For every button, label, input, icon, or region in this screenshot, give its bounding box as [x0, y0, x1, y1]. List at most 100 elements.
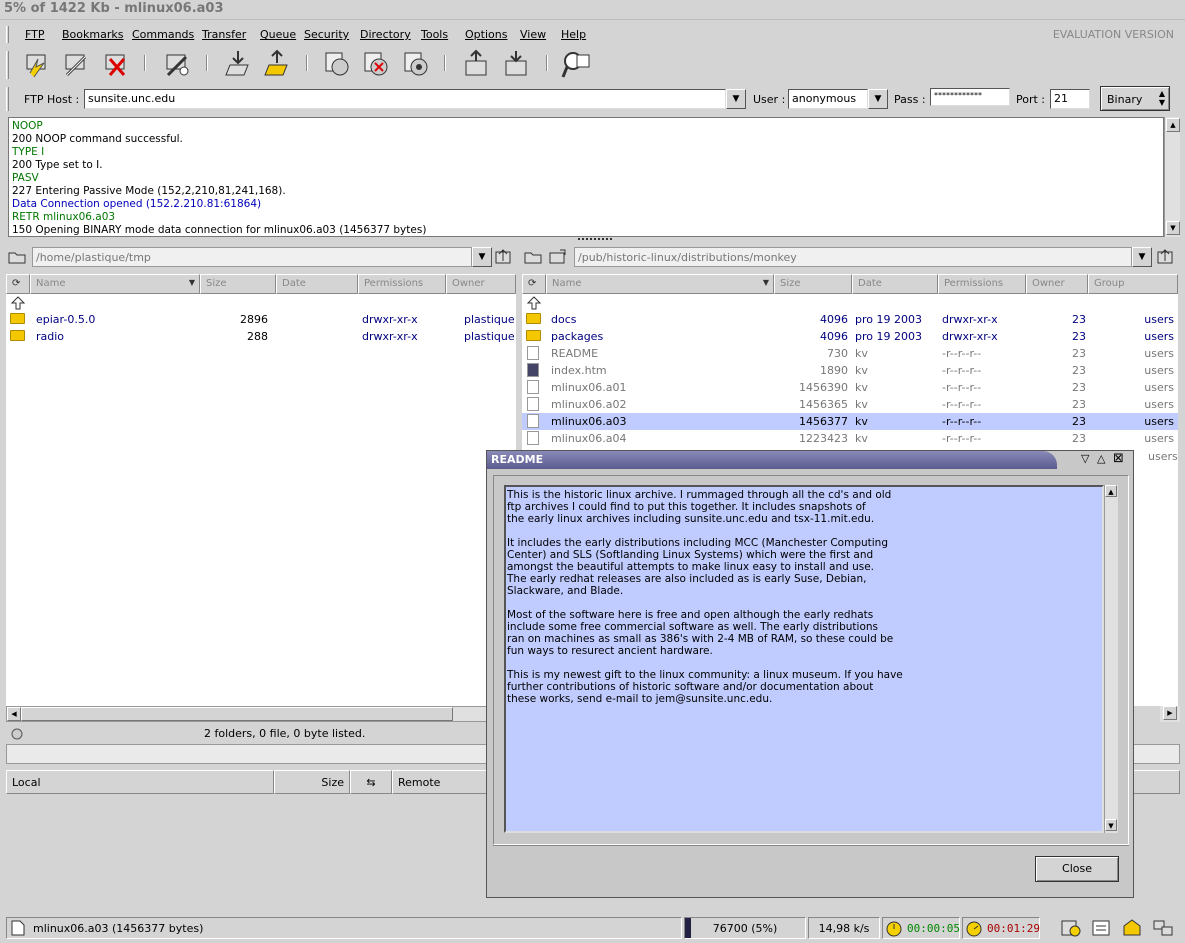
menu-ftp[interactable]: FTP [25, 28, 45, 41]
scroll-right-icon[interactable]: ▶ [1163, 706, 1177, 720]
refresh-icon[interactable] [401, 49, 431, 79]
table-row[interactable]: mlinux06.a04 1223423 kv -r--r--r-- 23 us… [522, 430, 1178, 447]
menu-commands[interactable]: Commands [132, 28, 194, 41]
local-refresh-icon[interactable]: ⟳ [6, 274, 30, 294]
close-button[interactable]: Close [1035, 856, 1119, 882]
queue-col-local[interactable]: Local [6, 770, 274, 794]
transfer-settings-icon[interactable] [1060, 918, 1082, 938]
table-row[interactable]: epiar-0.5.0 2896 drwxr-xr-x plastique [6, 311, 516, 328]
user-dropdown[interactable]: ▼ [868, 89, 888, 109]
toolbar-grip[interactable] [6, 51, 9, 79]
folder-icon [526, 313, 541, 324]
menu-transfer[interactable]: Transfer [202, 28, 246, 41]
table-row[interactable]: docs 4096 pro 19 2003 drwxr-xr-x 23 user… [522, 311, 1178, 328]
scroll-down-icon[interactable]: ▼ [1105, 819, 1117, 831]
table-row[interactable]: mlinux06.a03 1456377 kv -r--r--r-- 23 us… [522, 413, 1178, 430]
remote-up-icon[interactable] [502, 49, 532, 79]
local-col-permissions[interactable]: Permissions [358, 274, 446, 294]
find-icon[interactable] [561, 49, 591, 79]
local-col-size[interactable]: Size [200, 274, 276, 294]
file-permissions: -r--r--r-- [942, 381, 982, 394]
scroll-left-icon[interactable]: ◀ [7, 707, 21, 721]
pass-input[interactable]: ************ [930, 88, 1010, 106]
menu-grip[interactable] [6, 26, 9, 43]
scroll-down-icon[interactable]: ▼ [1166, 221, 1180, 235]
table-row[interactable]: mlinux06.a02 1456365 kv -r--r--r-- 23 us… [522, 396, 1178, 413]
port-input[interactable]: 21 [1050, 89, 1090, 109]
close-icon[interactable]: ⊠ [1113, 451, 1124, 466]
user-input[interactable]: anonymous [788, 89, 868, 109]
menu-security[interactable]: Security [304, 28, 349, 41]
abort-icon[interactable] [361, 49, 391, 79]
remote-col-permissions[interactable]: Permissions [938, 274, 1026, 294]
new-folder-icon[interactable] [548, 249, 568, 265]
scroll-thumb[interactable] [21, 707, 453, 721]
html-file-icon [527, 363, 539, 377]
upload-icon[interactable] [261, 49, 291, 79]
connect-icon[interactable] [22, 49, 52, 79]
stop-icon[interactable] [322, 49, 352, 79]
command-log[interactable]: NOOP 200 NOOP command successful. TYPE I 20… [8, 117, 1164, 237]
menu-view[interactable]: View [520, 28, 546, 41]
remote-col-owner[interactable]: Owner [1026, 274, 1088, 294]
transfer-mode-value: Binary [1107, 93, 1143, 106]
local-file-list[interactable]: epiar-0.5.0 2896 drwxr-xr-x plastique ra… [6, 294, 516, 706]
remote-hscrollbar[interactable]: ▶ [1160, 706, 1180, 722]
minimize-icon[interactable]: ▽ [1081, 452, 1089, 465]
local-up-icon[interactable] [462, 49, 492, 79]
local-home-up-icon[interactable] [494, 249, 514, 265]
remote-refresh-icon[interactable]: ⟳ [522, 274, 546, 294]
file-owner: 23 [1072, 415, 1086, 428]
local-path-dropdown[interactable]: ▼ [472, 247, 492, 267]
remote-col-date[interactable]: Date [852, 274, 938, 294]
menu-bookmarks[interactable]: Bookmarks [62, 28, 123, 41]
swap-direction-icon[interactable]: ⇆ [350, 770, 392, 794]
splitter-handle[interactable] [578, 238, 612, 242]
open-folder-icon[interactable] [8, 249, 28, 265]
table-row[interactable]: index.htm 1890 kv -r--r--r-- 23 users [522, 362, 1178, 379]
hostbar-grip[interactable] [6, 87, 9, 111]
transfer-mode-select[interactable]: Binary ▲ ▼ [1100, 86, 1170, 111]
remote-up-dir-icon[interactable] [1156, 249, 1176, 265]
parent-directory-icon[interactable] [10, 296, 26, 310]
reconnect-icon[interactable] [61, 49, 91, 79]
local-path-input[interactable]: /home/plastique/tmp [32, 247, 472, 267]
log-scrollbar[interactable]: ▲ ▼ [1164, 117, 1180, 237]
network-icon[interactable] [1152, 918, 1174, 938]
menu-options[interactable]: Options [465, 28, 507, 41]
remote-col-size[interactable]: Size [774, 274, 852, 294]
remote-path-input[interactable]: /pub/historic-linux/distributions/monkey [574, 247, 1132, 267]
ftp-host-dropdown[interactable]: ▼ [726, 89, 746, 109]
disconnect-icon[interactable] [101, 49, 131, 79]
table-row[interactable]: radio 288 drwxr-xr-x plastique [6, 328, 516, 345]
maximize-icon[interactable]: △ [1097, 452, 1105, 465]
local-col-owner[interactable]: Owner [446, 274, 516, 294]
scroll-up-icon[interactable]: ▲ [1105, 485, 1117, 497]
scroll-up-icon[interactable]: ▲ [1166, 118, 1180, 132]
menu-tools[interactable]: Tools [421, 28, 448, 41]
menu-help[interactable]: Help [561, 28, 586, 41]
queue-col-size[interactable]: Size [274, 770, 350, 794]
local-col-date[interactable]: Date [276, 274, 358, 294]
table-row[interactable]: README 730 kv -r--r--r-- 23 users [522, 345, 1178, 362]
parent-directory-icon[interactable] [526, 296, 542, 310]
menu-bar: FTP Bookmarks Commands Transfer Queue Se… [6, 24, 1182, 45]
local-col-name[interactable]: Name ▼ [30, 274, 200, 294]
readme-scrollbar[interactable]: ▲ ▼ [1104, 485, 1118, 833]
menu-queue[interactable]: Queue [260, 28, 296, 41]
log-window-icon[interactable] [1090, 918, 1112, 938]
remote-col-name[interactable]: Name ▼ [546, 274, 774, 294]
table-row[interactable]: mlinux06.a01 1456390 kv -r--r--r-- 23 us… [522, 379, 1178, 396]
menu-directory[interactable]: Directory [360, 28, 411, 41]
remote-path-dropdown[interactable]: ▼ [1132, 247, 1152, 267]
remote-col-group[interactable]: Group [1088, 274, 1178, 294]
open-folder-icon[interactable] [524, 249, 544, 265]
ftp-host-input[interactable]: sunsite.unc.edu [84, 89, 726, 109]
file-owner: 23 [1072, 398, 1086, 411]
table-row[interactable]: packages 4096 pro 19 2003 drwxr-xr-x 23 … [522, 328, 1178, 345]
mail-icon[interactable] [1122, 918, 1144, 938]
readme-text[interactable]: This is the historic linux archive. I ru… [504, 485, 1104, 833]
download-icon[interactable] [222, 49, 252, 79]
local-hscrollbar[interactable]: ◀ [6, 706, 516, 722]
quick-connect-icon[interactable] [162, 49, 192, 79]
